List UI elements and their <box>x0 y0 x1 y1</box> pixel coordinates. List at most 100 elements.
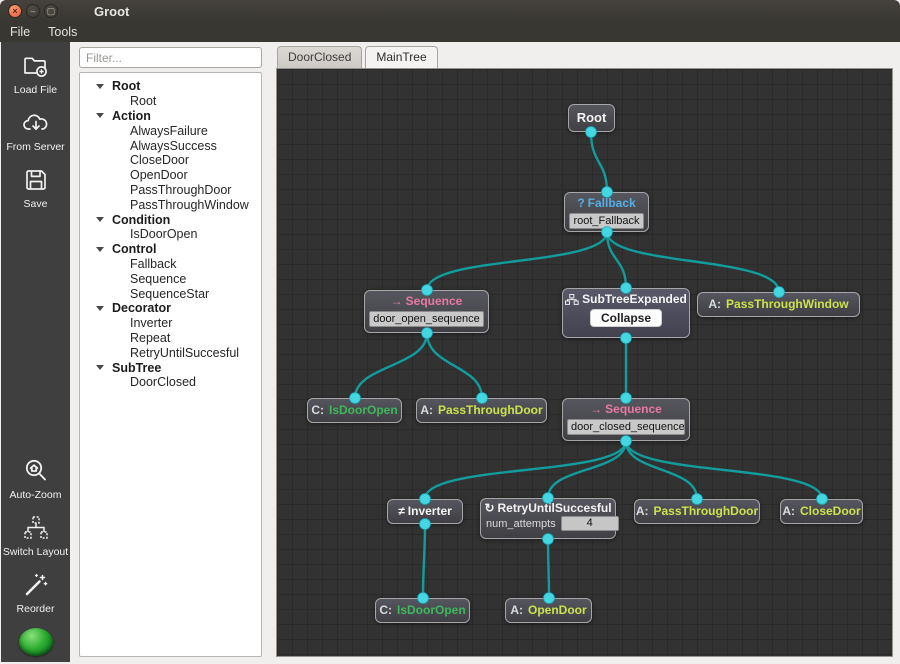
palette-item[interactable]: Sequence <box>80 271 261 286</box>
palette-item[interactable]: Root <box>80 94 261 109</box>
from-server-button[interactable]: From Server <box>6 109 65 153</box>
edge <box>421 523 427 599</box>
node-title: OpenDoor <box>528 603 587 617</box>
folder-plus-icon <box>21 52 49 80</box>
palette-item[interactable]: AlwaysSuccess <box>80 138 261 153</box>
magnifier-home-icon <box>22 457 50 485</box>
node-passthroughdoor-2[interactable]: A: PassThroughDoor <box>634 499 760 524</box>
palette-item[interactable]: CloseDoor <box>80 153 261 168</box>
switch-layout-button[interactable]: Switch Layout <box>3 514 68 558</box>
auto-zoom-button[interactable]: Auto-Zoom <box>9 457 62 501</box>
node-title: IsDoorOpen <box>329 403 398 417</box>
load-file-button[interactable]: Load File <box>14 52 57 96</box>
palette-tree: Root Root Action AlwaysFailure AlwaysSuc… <box>79 72 262 657</box>
collapse-arrow-icon <box>96 365 104 371</box>
node-opendoor[interactable]: A: OpenDoor <box>505 598 592 623</box>
tree-layout-icon <box>22 514 50 542</box>
node-sequence-closed[interactable]: → Sequence door_closed_sequence <box>562 398 690 441</box>
node-closedoor[interactable]: A: CloseDoor <box>780 499 863 524</box>
palette-category-condition[interactable]: Condition <box>80 212 261 227</box>
menu-tools[interactable]: Tools <box>40 23 85 41</box>
node-title: SubTreeExpanded <box>582 292 687 306</box>
title-bar: × – ▢ Groot <box>0 0 900 22</box>
node-title: PassThroughWindow <box>726 297 849 311</box>
sequence-arrow-icon: → <box>390 294 403 308</box>
node-sequence-open[interactable]: → Sequence door_open_sequence <box>364 290 489 333</box>
edge <box>605 231 628 289</box>
action-prefix: A: <box>420 403 433 417</box>
palette-item[interactable]: RetryUntilSuccesful <box>80 345 261 360</box>
node-inverter[interactable]: ≠ Inverter <box>387 499 463 524</box>
node-passthroughwindow[interactable]: A: PassThroughWindow <box>697 292 860 317</box>
tab-maintree[interactable]: MainTree <box>365 46 438 68</box>
palette-item[interactable]: PassThroughDoor <box>80 183 261 198</box>
node-title: RetryUntilSuccesful <box>497 501 612 515</box>
edge <box>425 231 609 291</box>
palette-item[interactable]: Fallback <box>80 257 261 272</box>
node-root[interactable]: Root <box>568 104 615 132</box>
node-isdooropen-1[interactable]: C: IsDoorOpen <box>307 398 402 423</box>
collapse-arrow-icon <box>96 113 104 119</box>
palette-item[interactable]: IsDoorOpen <box>80 227 261 242</box>
node-retryuntilsuccesful[interactable]: ↻ RetryUntilSuccesful num_attempts 4 <box>480 498 619 539</box>
palette-category-subtree[interactable]: SubTree <box>80 360 261 375</box>
fallback-icon: ? <box>577 196 585 210</box>
menu-file[interactable]: File <box>2 23 38 41</box>
load-file-label: Load File <box>13 84 58 96</box>
palette-item[interactable]: PassThroughWindow <box>80 197 261 212</box>
node-instance-name: door_closed_sequence <box>567 419 685 435</box>
action-prefix: A: <box>635 504 649 518</box>
maximize-icon[interactable]: ▢ <box>44 4 58 18</box>
node-title: IsDoorOpen <box>397 603 466 617</box>
graph-canvas[interactable]: Root ? Fallback root_Fallback → Sequence d… <box>276 68 893 657</box>
node-isdooropen-2[interactable]: C: IsDoorOpen <box>375 598 470 623</box>
editor-tabs: DoorClosed MainTree <box>277 46 438 68</box>
palette-item[interactable]: AlwaysFailure <box>80 123 261 138</box>
close-icon[interactable]: × <box>8 4 22 18</box>
retry-icon: ↻ <box>484 501 495 515</box>
node-title: Root <box>576 110 607 125</box>
filter-input[interactable] <box>79 47 262 68</box>
edge <box>589 131 609 193</box>
palette-category-action[interactable]: Action <box>80 109 261 124</box>
palette-item[interactable]: OpenDoor <box>80 168 261 183</box>
collapse-arrow-icon <box>96 83 104 89</box>
palette-item[interactable]: DoorClosed <box>80 375 261 390</box>
action-prefix: A: <box>708 297 722 311</box>
reorder-label: Reorder <box>16 603 55 615</box>
node-title: PassThroughDoor <box>653 504 759 518</box>
minimize-icon[interactable]: – <box>26 4 40 18</box>
save-button[interactable]: Save <box>22 166 50 210</box>
num-attempts-field[interactable]: 4 <box>560 516 619 531</box>
tab-doorclosed[interactable]: DoorClosed <box>277 46 363 68</box>
menu-bar: File Tools <box>0 22 900 42</box>
reorder-button[interactable]: Reorder <box>16 571 55 615</box>
not-equal-icon: ≠ <box>398 504 405 518</box>
condition-prefix: C: <box>379 603 392 617</box>
edge <box>624 440 699 500</box>
node-title: Sequence <box>605 402 662 416</box>
sequence-arrow-icon: → <box>590 402 603 416</box>
node-subtree-expanded[interactable]: SubTreeExpanded Collapse <box>562 288 690 338</box>
collapse-arrow-icon <box>96 305 104 311</box>
action-prefix: A: <box>782 504 795 518</box>
palette-item[interactable]: Inverter <box>80 316 261 331</box>
status-led <box>18 628 53 656</box>
palette-item[interactable]: SequenceStar <box>80 286 261 301</box>
palette-category-control[interactable]: Control <box>80 242 261 257</box>
edge <box>425 332 484 399</box>
palette-category-root[interactable]: Root <box>80 79 261 94</box>
edge <box>546 538 551 599</box>
node-fallback[interactable]: ? Fallback root_Fallback <box>564 192 649 232</box>
save-label: Save <box>23 198 48 210</box>
collapse-button[interactable]: Collapse <box>589 309 662 327</box>
auto-zoom-label: Auto-Zoom <box>9 489 62 501</box>
palette-item[interactable]: Repeat <box>80 331 261 346</box>
switch-layout-label: Switch Layout <box>2 546 69 558</box>
node-passthroughdoor-1[interactable]: A: PassThroughDoor <box>416 398 547 423</box>
condition-prefix: C: <box>311 403 324 417</box>
palette-category-decorator[interactable]: Decorator <box>80 301 261 316</box>
floppy-disk-icon <box>22 166 50 194</box>
graph-edges <box>349 126 828 604</box>
param-label: num_attempts <box>486 517 556 530</box>
